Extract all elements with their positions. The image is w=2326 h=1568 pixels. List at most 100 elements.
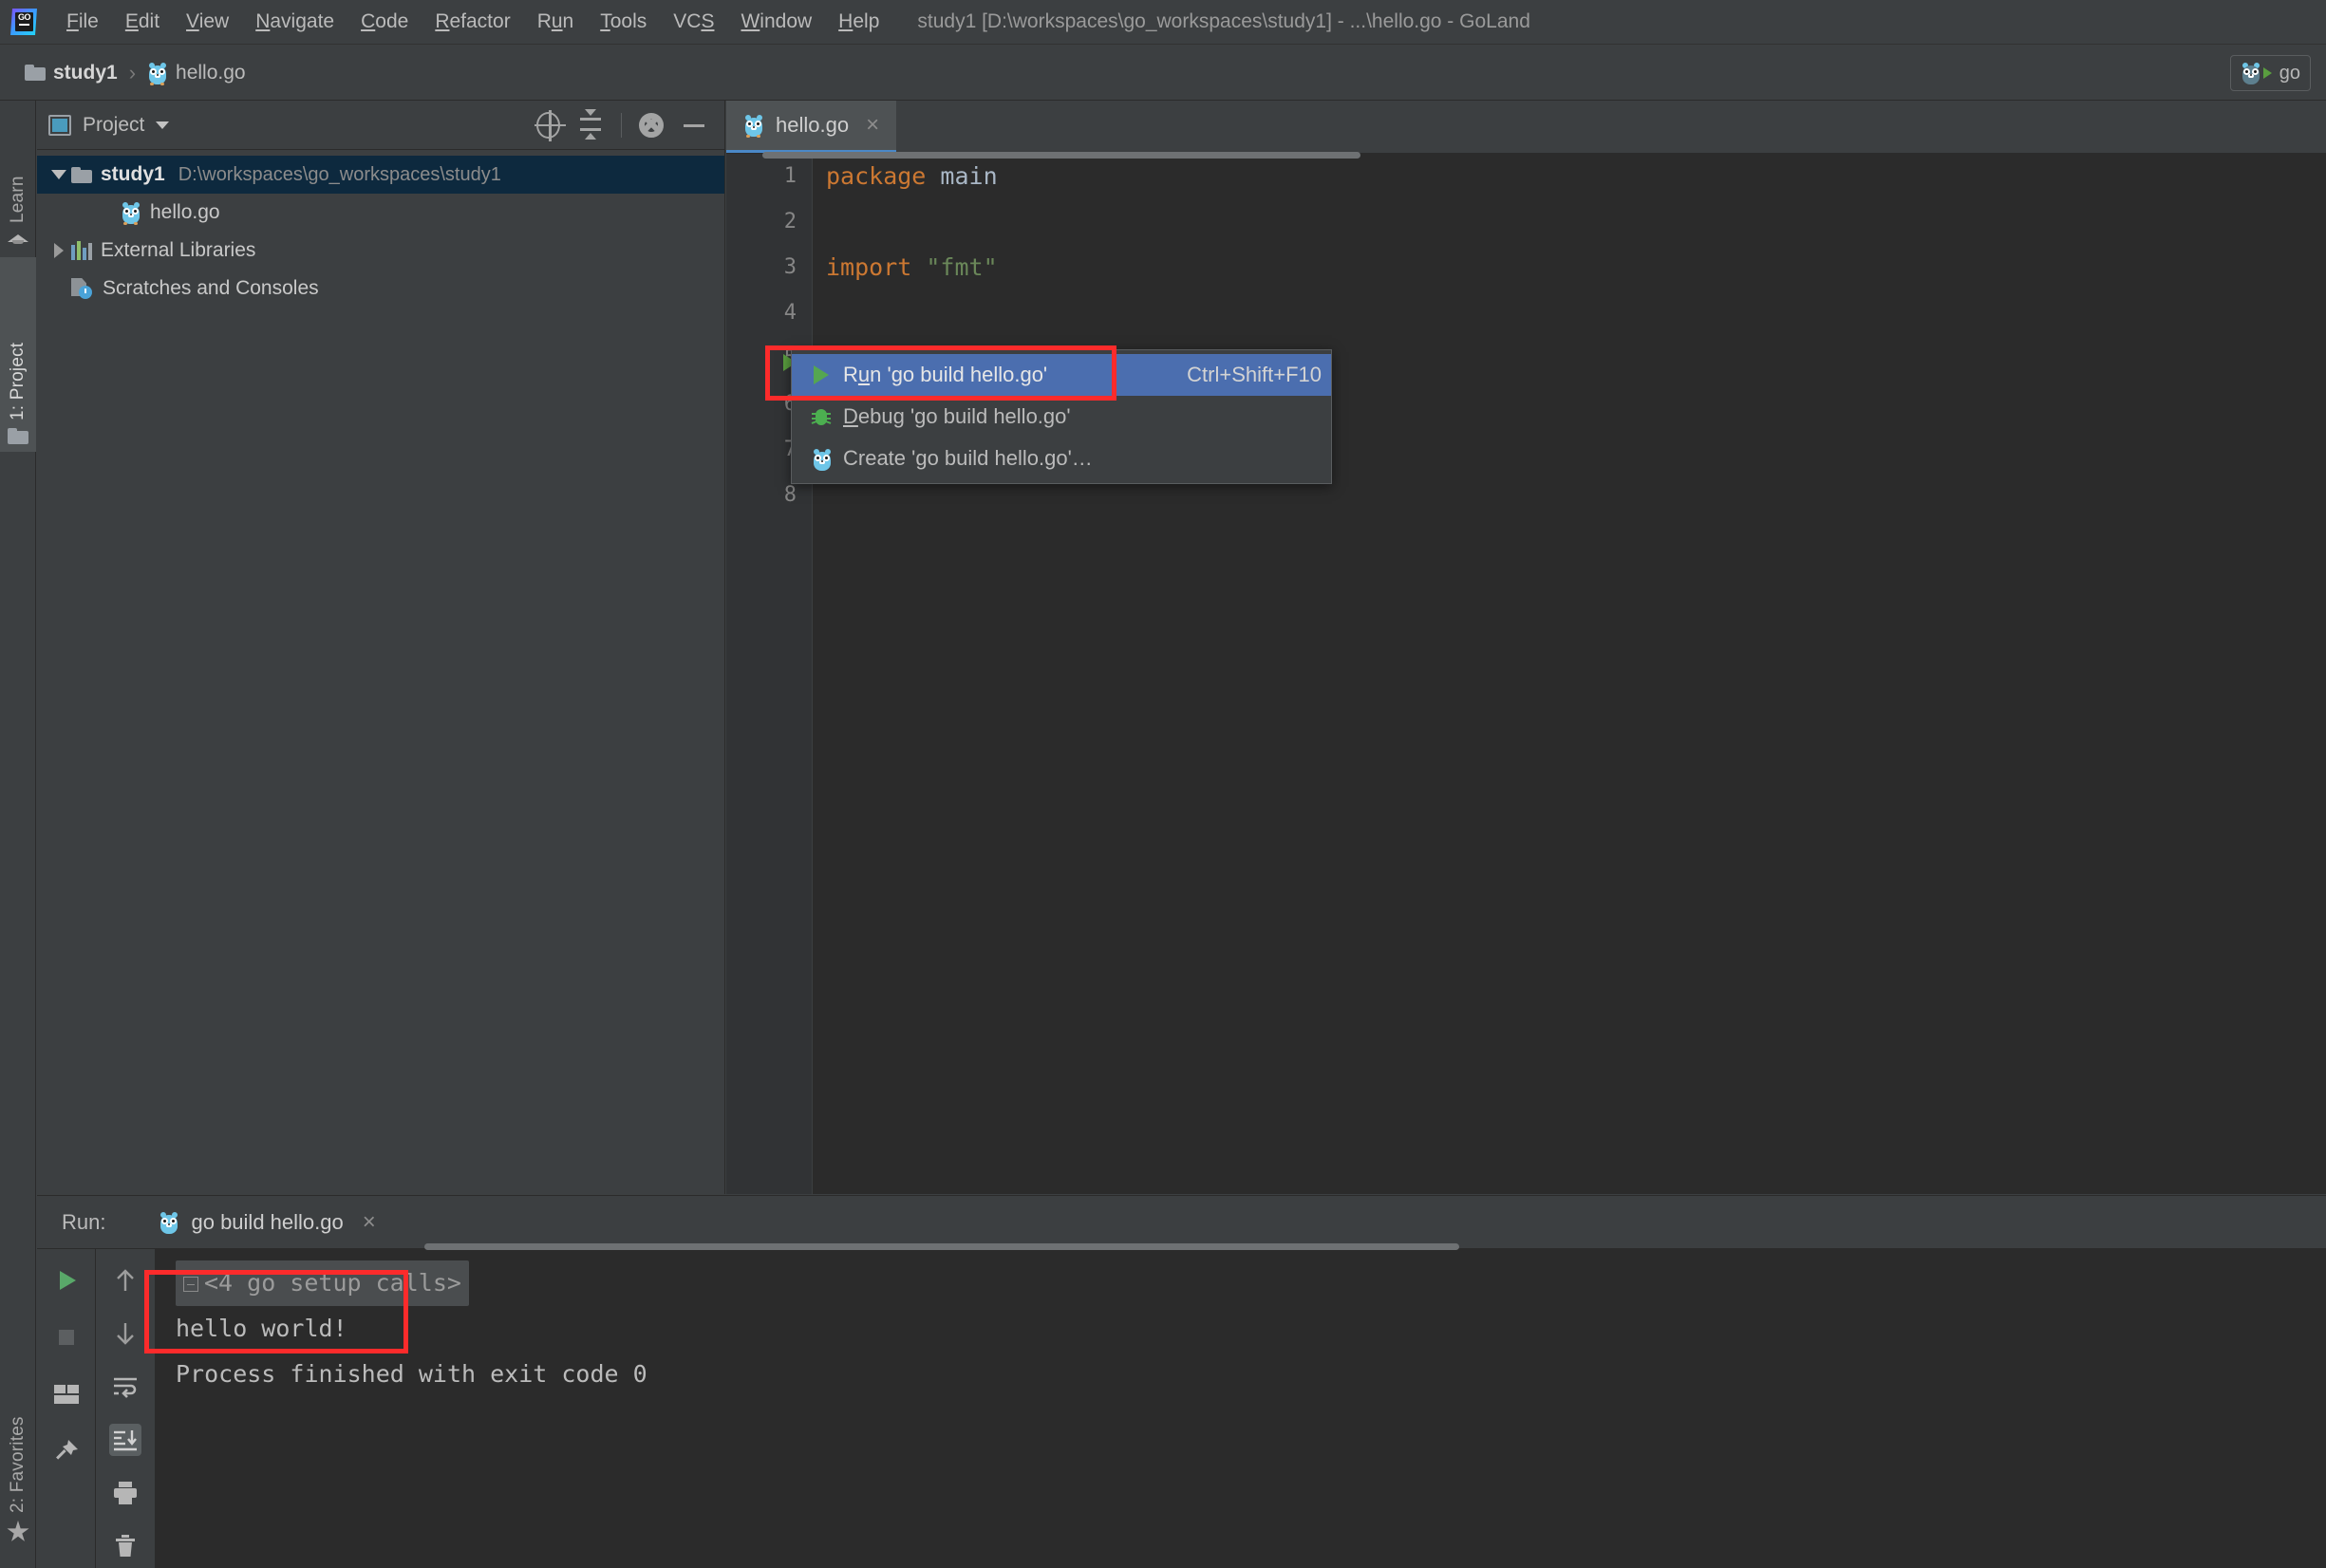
collapse-all-icon[interactable] <box>577 108 604 140</box>
stop-icon[interactable] <box>50 1321 83 1353</box>
context-menu-item-debug[interactable]: Debug 'go build hello.go' <box>792 396 1331 438</box>
menu-file[interactable]: File <box>53 7 112 37</box>
go-run-config-icon <box>2241 62 2261 84</box>
settings-gear-icon[interactable] <box>639 112 664 138</box>
menu-window[interactable]: Window <box>727 7 825 37</box>
tree-row-study1[interactable]: study1 D:\workspaces\go_workspaces\study… <box>37 156 724 194</box>
console-line-folded[interactable]: <4 go setup calls> <box>176 1260 2326 1306</box>
go-run-config-icon <box>805 448 837 471</box>
tree-row-scratches-and-consoles[interactable]: Scratches and Consoles <box>37 270 724 308</box>
sidebar-item-label: 2: Favorites <box>8 1416 28 1513</box>
run-configuration-label: go <box>2279 62 2300 84</box>
breadcrumb-separator: › <box>128 60 137 84</box>
run-panel-body: <4 go setup calls> hello world! Process … <box>37 1249 2326 1568</box>
star-icon <box>7 1521 29 1543</box>
code-line: import "fmt" <box>826 253 998 281</box>
run-panel-label: Run: <box>62 1209 106 1234</box>
tree-item-path: D:\workspaces\go_workspaces\study1 <box>178 163 501 185</box>
hide-icon[interactable] <box>681 112 707 139</box>
sidebar-item-label: Learn <box>8 176 28 223</box>
breadcrumb-label: study1 <box>53 61 118 84</box>
tree-row-hello-go[interactable]: hello.go <box>37 194 724 232</box>
menu-help[interactable]: Help <box>825 7 892 37</box>
context-menu-item-run[interactable]: Run 'go build hello.go' Ctrl+Shift+F10 <box>792 354 1331 396</box>
tree-row-external-libraries[interactable]: External Libraries <box>37 232 724 270</box>
sidebar-item-learn[interactable]: Learn <box>0 101 36 252</box>
editor-tab-hello-go[interactable]: hello.go × <box>726 101 897 153</box>
folder-icon <box>25 65 46 81</box>
debug-bug-icon <box>805 406 837 427</box>
layout-icon[interactable] <box>50 1378 83 1410</box>
up-arrow-icon[interactable] <box>109 1264 141 1297</box>
run-tab-scrollbar[interactable] <box>424 1243 1459 1250</box>
context-menu-item-create[interactable]: Create 'go build hello.go'… <box>792 438 1331 479</box>
sidebar-item-label: 1: Project <box>8 342 28 420</box>
context-menu-item-label: Run 'go build hello.go' <box>843 363 1048 386</box>
tree-item-label: hello.go <box>150 201 220 223</box>
code-text[interactable]: package main import "fmt" func main() { … <box>812 154 2326 1194</box>
folder-icon <box>8 428 28 444</box>
close-icon[interactable]: × <box>866 112 879 139</box>
tree-item-label: Scratches and Consoles <box>103 277 319 299</box>
menu-run[interactable]: Run <box>524 7 588 37</box>
run-tool-window: Run: go build hello.go × <4 go setup cal… <box>37 1195 2326 1568</box>
run-toolbar-left <box>37 1249 96 1568</box>
breadcrumb-study1[interactable]: study1 <box>25 62 118 84</box>
go-file-icon <box>743 114 764 138</box>
menu-code[interactable]: Code <box>347 7 422 37</box>
project-window-icon <box>48 114 71 136</box>
menu-tools[interactable]: Tools <box>587 7 660 37</box>
window-title: study1 [D:\workspaces\go_workspaces\stud… <box>917 10 1530 32</box>
sidebar-item-project[interactable]: 1: Project <box>0 257 36 452</box>
debug-bug-glyph <box>811 409 832 425</box>
console-line: Process finished with exit code 0 <box>176 1360 647 1388</box>
line-number: 4 <box>783 301 797 325</box>
line-number: 2 <box>783 210 797 233</box>
project-panel-header: Project <box>37 101 724 150</box>
run-tab-go-build-hello-go[interactable]: go build hello.go × <box>159 1209 376 1236</box>
run-toolbar-right <box>96 1249 155 1568</box>
run-tab-label: go build hello.go <box>191 1209 344 1234</box>
menu-refactor[interactable]: Refactor <box>422 7 523 37</box>
soft-wrap-icon[interactable] <box>109 1371 141 1403</box>
menu-edit[interactable]: Edit <box>112 7 173 37</box>
run-console-output[interactable]: <4 go setup calls> hello world! Process … <box>155 1249 2326 1568</box>
editor-tab-label: hello.go <box>776 113 850 137</box>
pin-icon[interactable] <box>50 1435 83 1467</box>
play-icon <box>2262 67 2272 79</box>
code-editor[interactable]: 1 2 3 4 5 6 7 8 package main import "fmt… <box>726 154 2326 1194</box>
breadcrumb-hello-go[interactable]: hello.go <box>147 62 246 85</box>
print-icon[interactable] <box>109 1477 141 1509</box>
editor-top-scrollbar[interactable] <box>762 152 1360 159</box>
fold-toggle-icon[interactable] <box>183 1277 198 1292</box>
menu-view[interactable]: View <box>173 7 242 37</box>
menu-vcs[interactable]: VCS <box>660 7 727 37</box>
graduation-cap-icon <box>8 231 28 245</box>
context-menu-shortcut: Ctrl+Shift+F10 <box>1187 363 1322 386</box>
editor-area: hello.go × 1 2 3 4 5 6 7 8 package main … <box>726 101 2326 1194</box>
project-tree: study1 D:\workspaces\go_workspaces\study… <box>37 150 724 308</box>
toolbar-divider <box>621 112 622 138</box>
run-configuration-selector[interactable]: go <box>2229 55 2311 91</box>
close-icon[interactable]: × <box>363 1209 376 1236</box>
code-line: package main <box>826 162 998 190</box>
twisty-expanded-icon[interactable] <box>47 170 71 179</box>
run-play-icon <box>805 365 837 384</box>
sidebar-item-favorites[interactable]: 2: Favorites <box>0 1323 36 1551</box>
libraries-icon <box>71 241 92 260</box>
menu-bar: GO File Edit View Navigate Code Refactor… <box>0 0 2326 45</box>
run-panel-header: Run: go build hello.go × <box>37 1196 2326 1249</box>
chevron-down-icon[interactable] <box>156 121 170 129</box>
trash-icon[interactable] <box>109 1530 141 1562</box>
goland-window: GO File Edit View Navigate Code Refactor… <box>0 0 2326 1568</box>
menu-navigate[interactable]: Navigate <box>242 7 347 37</box>
project-panel-title: Project <box>83 113 145 136</box>
select-opened-file-icon[interactable] <box>535 109 566 141</box>
twisty-collapsed-icon[interactable] <box>47 243 71 258</box>
down-arrow-icon[interactable] <box>109 1317 141 1350</box>
scroll-to-end-icon[interactable] <box>109 1424 141 1456</box>
rerun-play-icon[interactable] <box>50 1264 83 1297</box>
editor-gutter[interactable]: 1 2 3 4 5 6 7 8 <box>726 154 812 1194</box>
